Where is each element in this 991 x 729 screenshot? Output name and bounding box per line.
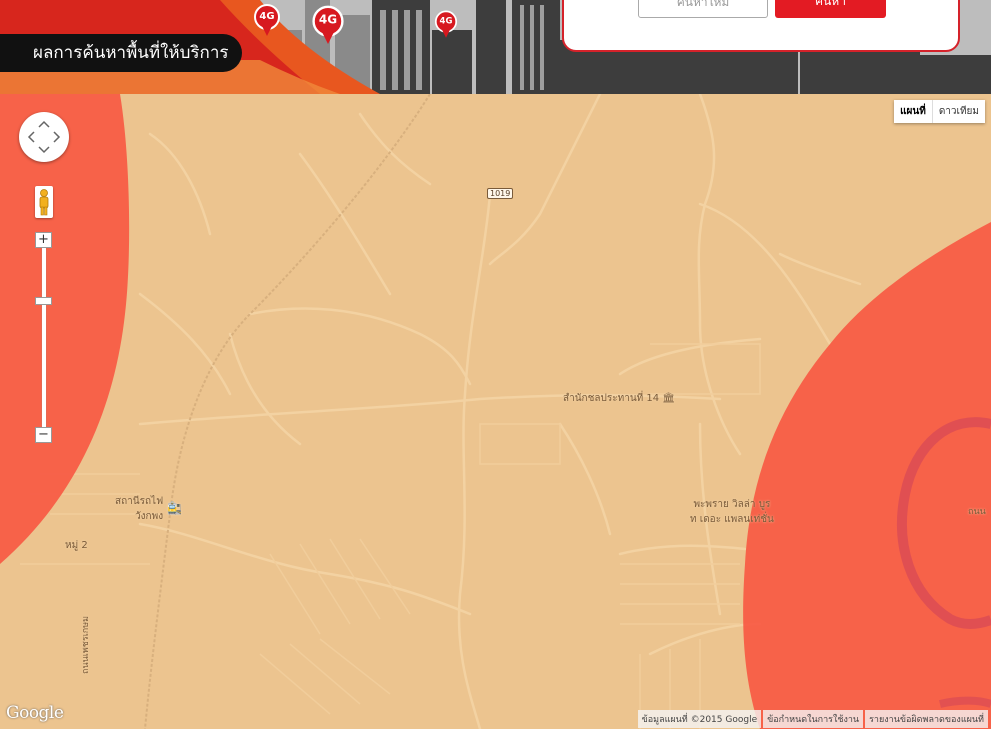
- office-building-icon: 🏛: [662, 393, 676, 404]
- label-road-left: ถนนเพชรเกษม: [81, 615, 91, 674]
- label-train-station: สถานีรถไฟ วังกพง: [115, 496, 164, 522]
- search-panel: ค้นหาใหม่ ค้นหา: [562, 0, 960, 52]
- pan-arrows-icon: [27, 120, 61, 154]
- page-title: ผลการค้นหาพื้นที่ให้บริการ: [0, 34, 242, 72]
- map-type-toggle: แผนที่ ดาวเทียม: [894, 100, 985, 123]
- pegman-icon[interactable]: [35, 186, 53, 218]
- route-shield-1019: 1019: [487, 188, 514, 199]
- terms-of-use-link[interactable]: ข้อกำหนดในการใช้งาน: [763, 710, 864, 728]
- zoom-slider-track[interactable]: [42, 248, 46, 427]
- zoom-slider-handle[interactable]: [35, 297, 52, 305]
- header-banner: 4G 4G 4G ผลการค้นหาพื้นที่ให้บริการ ค้นห…: [0, 0, 991, 94]
- label-village: หมู่ 2: [65, 540, 88, 551]
- map-attribution: ข้อมูลแผนที่ ©2015 Google ข้อกำหนดในการใ…: [637, 710, 988, 728]
- report-map-error-link[interactable]: รายงานข้อผิดพลาดของแผนที่: [865, 710, 988, 728]
- new-search-button[interactable]: ค้นหาใหม่: [638, 0, 768, 18]
- map-type-map-button[interactable]: แผนที่: [894, 100, 932, 123]
- zoom-in-button[interactable]: +: [35, 232, 52, 248]
- map-type-satellite-button[interactable]: ดาวเทียม: [931, 100, 985, 123]
- label-road-right: ถนน: [968, 507, 986, 517]
- label-irrigation-office: สำนักชลประทานที่ 14 🏛: [563, 393, 676, 404]
- train-station-icon: 🚉: [167, 501, 182, 515]
- label-housing-estate: พะพราย วิลล่า บูร ท เดอะ แพลนเท่ชั่น: [690, 499, 774, 525]
- pan-control[interactable]: [19, 112, 69, 162]
- google-logo: Google: [6, 703, 64, 723]
- search-button[interactable]: ค้นหา: [775, 0, 886, 18]
- 4g-pin-icon: 4G: [434, 10, 458, 40]
- 4g-pin-icon: 4G: [312, 5, 344, 47]
- coverage-map[interactable]: แผนที่ ดาวเทียม + − 1019 สำนักชลประทานที…: [0, 94, 991, 729]
- 4g-pin-icon: 4G: [254, 4, 280, 38]
- zoom-out-button[interactable]: −: [35, 427, 52, 443]
- map-data-credit: ข้อมูลแผนที่ ©2015 Google: [637, 710, 762, 728]
